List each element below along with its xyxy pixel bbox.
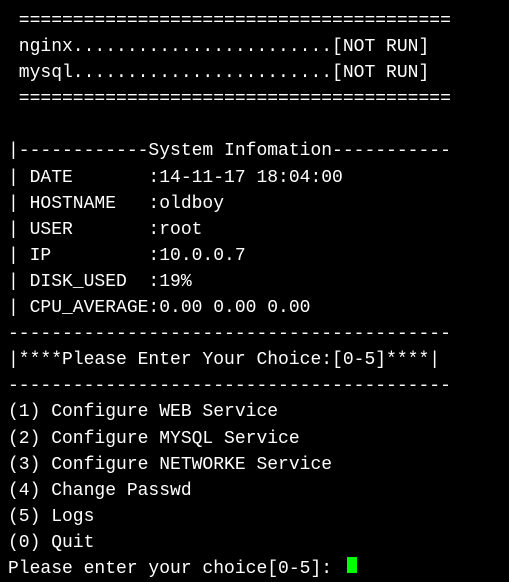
menu-item-2: (2) Configure MYSQL Service	[8, 426, 501, 452]
sysinfo-cpu: | CPU_AVERAGE:0.00 0.00 0.00	[8, 295, 501, 321]
divider-mid: ========================================	[8, 86, 501, 112]
sysinfo-date: | DATE :14-11-17 18:04:00	[8, 165, 501, 191]
sysinfo-hostname: | HOSTNAME :oldboy	[8, 191, 501, 217]
menu-item-1: (1) Configure WEB Service	[8, 399, 501, 425]
prompt-text: Please enter your choice[0-5]:	[8, 556, 343, 582]
menu-item-5: (5) Logs	[8, 504, 501, 530]
blank	[8, 112, 501, 138]
menu-item-3: (3) Configure NETWORKE Service	[8, 452, 501, 478]
menu-item-4: (4) Change Passwd	[8, 478, 501, 504]
sysinfo-ip: | IP :10.0.0.7	[8, 243, 501, 269]
divider-top: ========================================	[8, 8, 501, 34]
sysinfo-user: | USER :root	[8, 217, 501, 243]
cursor-icon[interactable]	[347, 557, 357, 573]
service-mysql: mysql........................[NOT RUN]	[8, 60, 501, 86]
sysinfo-header: |------------System Infomation----------…	[8, 138, 501, 164]
choice-header: |****Please Enter Your Choice:[0-5]****|	[8, 347, 501, 373]
divider-thin-2: ----------------------------------------…	[8, 373, 501, 399]
service-nginx: nginx........................[NOT RUN]	[8, 34, 501, 60]
sysinfo-disk: | DISK_USED :19%	[8, 269, 501, 295]
menu-item-0: (0) Quit	[8, 530, 501, 556]
divider-thin-1: ----------------------------------------…	[8, 321, 501, 347]
